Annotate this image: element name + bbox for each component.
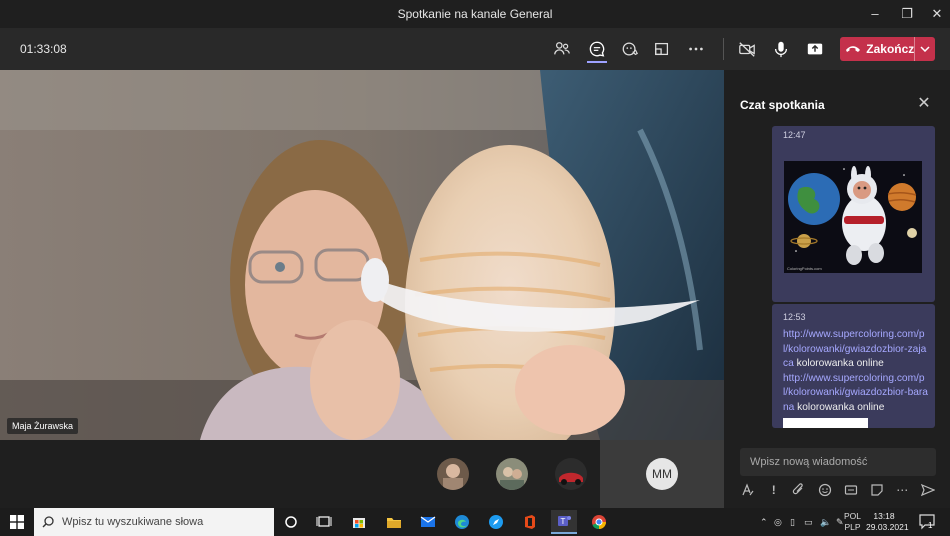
link-preview-image[interactable]	[783, 418, 868, 428]
message-text-fragment: kolorowanka online	[793, 358, 884, 370]
usb-tray-icon[interactable]: ▯	[790, 517, 804, 528]
language-code: POL	[844, 511, 862, 521]
participant-thumbnail[interactable]	[555, 458, 587, 490]
more-options-icon[interactable]: ⋯	[894, 482, 910, 498]
participants-button[interactable]	[550, 37, 574, 61]
compose-message-input[interactable]: Wpisz nową wiadomość	[740, 448, 936, 476]
main-video-feed	[0, 70, 724, 440]
share-tray-icon	[807, 43, 823, 55]
cortana-icon[interactable]	[278, 510, 304, 534]
participant-tile-mm[interactable]: MM	[600, 440, 724, 508]
compose-toolbar: ! ⋯	[740, 480, 936, 500]
message-time: 12:47	[783, 130, 806, 140]
breakout-rooms-button[interactable]	[650, 37, 674, 61]
chat-panel: Czat spotkania ✕ 12:47 ColoringPoints.co…	[724, 70, 950, 508]
message-time: 12:53	[783, 312, 806, 322]
important-icon[interactable]: !	[766, 482, 782, 498]
minimize-button[interactable]: –	[860, 0, 890, 28]
webcam-tray-icon[interactable]: ◎	[774, 517, 790, 528]
search-icon	[34, 516, 62, 528]
chat-active-indicator	[587, 61, 607, 63]
image-caption: ColoringPoints.com	[787, 266, 822, 271]
maximize-button[interactable]: ❐	[892, 0, 922, 28]
network-icon[interactable]: ▭	[804, 517, 820, 528]
input-language[interactable]: POL PLP	[844, 508, 861, 536]
start-button[interactable]	[0, 508, 34, 536]
title-bar: Spotkanie na kanale General – ❐ ✕	[0, 0, 950, 28]
chat-message: 12:53 http://www.supercoloring.com/pl/ko…	[772, 304, 935, 428]
chrome-icon[interactable]	[586, 510, 612, 534]
notification-icon	[919, 514, 935, 530]
edge-icon[interactable]	[449, 510, 475, 534]
participant-thumbnail[interactable]	[496, 458, 528, 490]
office-icon[interactable]	[517, 510, 543, 534]
meeting-timer: 01:33:08	[20, 42, 67, 56]
toolbar-divider	[723, 38, 724, 60]
participant-thumbnail[interactable]	[437, 458, 469, 490]
camera-off-icon	[739, 42, 755, 57]
end-call-button[interactable]: Zakończ	[840, 37, 935, 61]
chat-button[interactable]	[585, 37, 609, 61]
windows-taskbar: Wpisz tu wyszukiwane słowa T ⌃ ◎ ▯ ▭ 🔈 ✎…	[0, 508, 950, 536]
clock-date: 29.03.2021	[866, 522, 909, 532]
system-tray: ⌃ ◎ ▯ ▭ 🔈 ✎	[760, 508, 852, 536]
file-explorer-icon[interactable]	[381, 510, 407, 534]
teams-icon[interactable]: T	[551, 510, 577, 534]
share-screen-button[interactable]	[803, 37, 827, 61]
windows-logo-icon	[10, 515, 24, 529]
emoji-icon[interactable]	[817, 482, 833, 498]
sticker-icon[interactable]	[869, 482, 885, 498]
more-actions-button[interactable]	[684, 37, 708, 61]
window-title: Spotkanie na kanale General	[397, 7, 553, 21]
volume-icon[interactable]: 🔈	[820, 517, 836, 528]
close-window-button[interactable]: ✕	[922, 0, 950, 28]
format-icon[interactable]	[740, 482, 756, 498]
keyboard-layout: PLP	[844, 522, 861, 532]
search-placeholder: Wpisz tu wyszukiwane słowa	[62, 516, 204, 528]
message-text-fragment: kolorowanka online	[794, 401, 885, 413]
microphone-icon	[774, 41, 788, 58]
svg-text:T: T	[561, 517, 566, 526]
rooms-icon	[655, 42, 669, 56]
reactions-button[interactable]	[618, 37, 642, 61]
participant-strip: MM	[0, 440, 724, 508]
taskbar-clock[interactable]: 13:18 29.03.2021	[866, 511, 909, 533]
taskbar-search-box[interactable]: Wpisz tu wyszukiwane słowa	[34, 508, 274, 536]
message-text: http://www.supercoloring.com/pl/kolorowa…	[783, 328, 929, 416]
meeting-toolbar: 01:33:08 Zakończ	[0, 28, 950, 70]
space-coloring-image[interactable]: ColoringPoints.com	[784, 161, 922, 273]
store-icon[interactable]	[346, 510, 372, 534]
avatar: MM	[646, 458, 678, 490]
camera-toggle-button[interactable]	[735, 37, 759, 61]
hand-emoji-icon	[622, 42, 638, 56]
task-view-icon[interactable]	[311, 510, 337, 534]
chat-message: 12:47 ColoringPoints.com	[772, 126, 935, 302]
video-frame-image	[0, 70, 724, 440]
chat-icon	[589, 41, 605, 57]
notification-center-button[interactable]: 1	[918, 512, 938, 532]
end-call-label: Zakończ	[866, 42, 915, 56]
phone-hangup-icon	[840, 44, 866, 54]
notification-count: 1	[928, 521, 933, 530]
attach-icon[interactable]	[791, 482, 807, 498]
people-icon	[554, 42, 570, 55]
more-icon	[689, 47, 703, 51]
participant-name-tag: Maja Żurawska	[7, 418, 79, 434]
close-icon[interactable]: ✕	[914, 94, 934, 114]
chevron-up-icon[interactable]: ⌃	[760, 517, 774, 528]
gif-icon[interactable]	[843, 482, 859, 498]
send-icon[interactable]	[920, 482, 936, 498]
mic-toggle-button[interactable]	[769, 37, 793, 61]
mail-icon[interactable]	[415, 510, 441, 534]
safari-icon[interactable]	[483, 510, 509, 534]
chat-panel-title: Czat spotkania	[740, 98, 825, 112]
chevron-down-icon[interactable]	[914, 37, 935, 61]
clock-time: 13:18	[873, 511, 895, 521]
